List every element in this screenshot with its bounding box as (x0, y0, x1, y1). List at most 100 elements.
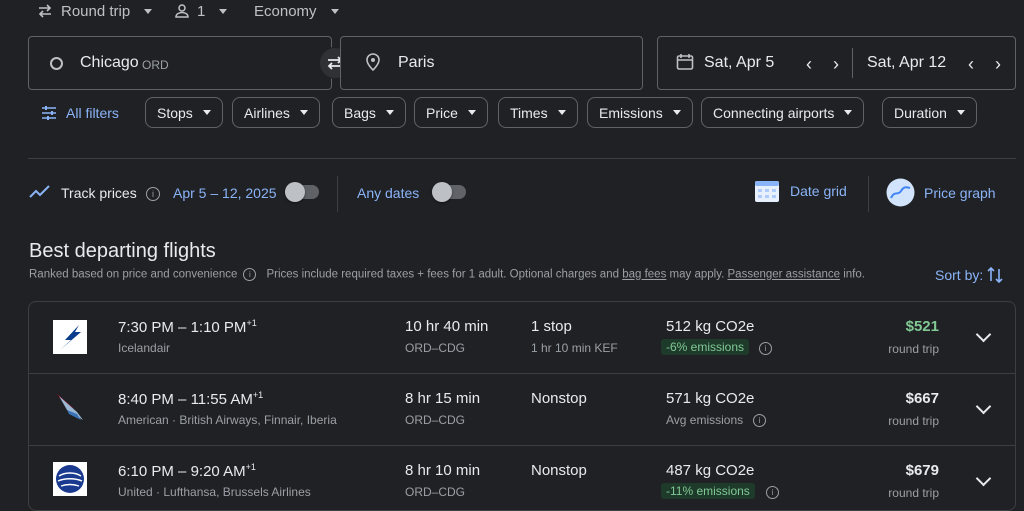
passengers-count: 1 (197, 2, 206, 20)
info-icon[interactable]: i (766, 486, 779, 499)
chip-label: Airlines (244, 104, 290, 121)
chevron-down-icon (467, 110, 476, 115)
prices-note: Prices include required taxes + fees for… (266, 268, 619, 281)
flight-price: $679 (905, 462, 939, 479)
day-offset: +1 (245, 462, 256, 472)
expand-chevron-icon[interactable] (975, 470, 992, 487)
flight-results-list: 7:30 PM – 1:10 PM+1 Icelandair 10 hr 40 … (28, 301, 1016, 511)
price-note: round trip (888, 342, 939, 356)
chip-label: Emissions (599, 104, 663, 121)
filter-chip-duration[interactable]: Duration (882, 97, 977, 128)
flight-duration: 8 hr 10 min (405, 462, 481, 479)
destination-field[interactable]: Paris (340, 36, 643, 90)
co2-amount: 571 kg CO2e (666, 390, 755, 407)
passengers-select[interactable]: 1 (175, 0, 228, 22)
flight-duration: 10 hr 40 min (405, 318, 489, 335)
filter-chip-price[interactable]: Price (414, 97, 488, 128)
stops-count: 1 stop (531, 318, 572, 335)
trip-type-select[interactable]: Round trip (37, 0, 153, 22)
expand-chevron-icon[interactable] (975, 326, 992, 343)
vertical-divider (337, 176, 338, 212)
flight-row[interactable]: 6:10 PM – 9:20 AM+1 United · Lufthansa, … (29, 446, 1015, 510)
calendar-icon (676, 54, 694, 70)
section-divider (28, 158, 1016, 159)
depart-next-button[interactable]: › (833, 54, 839, 75)
united-logo-icon (53, 462, 87, 496)
info-icon[interactable]: i (753, 414, 766, 427)
sort-by-button[interactable]: Sort by: (935, 266, 1003, 284)
date-grid-button[interactable]: Date grid (754, 178, 847, 204)
bag-fees-link[interactable]: bag fees (622, 269, 666, 281)
chevron-down-icon (557, 110, 566, 115)
arrival-time: 11:55 AM (190, 391, 253, 408)
any-dates-label: Any dates (357, 185, 420, 201)
emissions-label: Avg emissions (666, 413, 744, 427)
info-icon[interactable]: i (759, 342, 772, 355)
chip-label: Duration (894, 104, 947, 121)
flight-route: ORD–CDG (405, 341, 466, 355)
any-dates-toggle[interactable] (432, 182, 466, 202)
passenger-assistance-link[interactable]: Passenger assistance (728, 269, 841, 281)
chevron-down-icon (672, 110, 681, 115)
departure-time: 8:40 PM (118, 391, 174, 408)
chevron-down-icon (956, 110, 965, 115)
return-prev-button[interactable]: ‹ (968, 54, 974, 75)
flight-times: 8:40 PM – 11:55 AM+1 (118, 390, 264, 408)
flight-route: ORD–CDG (405, 485, 466, 499)
price-graph-button[interactable]: Price graph (886, 178, 996, 207)
filter-chip-stops[interactable]: Stops (145, 97, 223, 128)
chevron-down-icon (844, 110, 853, 115)
vertical-divider (868, 176, 869, 212)
filter-chip-bags[interactable]: Bags (332, 97, 406, 128)
cabin-label: Economy (254, 2, 317, 20)
cabin-select[interactable]: Economy (254, 0, 339, 22)
chevron-down-icon (144, 8, 153, 14)
american-airlines-logo-icon (57, 394, 83, 420)
return-next-button[interactable]: › (995, 54, 1001, 75)
trip-type-label: Round trip (61, 2, 131, 20)
price-graph-icon (886, 178, 915, 207)
return-date[interactable]: Sat, Apr 12 (867, 54, 946, 72)
flight-duration: 8 hr 15 min (405, 390, 481, 407)
track-prices-label: Track prices (61, 185, 137, 201)
info-icon[interactable]: i (146, 187, 160, 201)
filter-chip-airlines[interactable]: Airlines (232, 97, 320, 128)
arrival-time: 1:10 PM (190, 319, 247, 336)
results-note: Ranked based on price and convenience i Pr… (29, 268, 865, 281)
filter-chip-emissions[interactable]: Emissions (587, 97, 693, 128)
origin-city: Chicago (80, 54, 139, 71)
price-note: round trip (888, 414, 939, 428)
flight-row[interactable]: 7:30 PM – 1:10 PM+1 Icelandair 10 hr 40 … (29, 302, 1015, 374)
chip-label: Connecting airports (713, 104, 835, 121)
chip-label: Price (426, 104, 458, 121)
location-pin-icon (366, 53, 380, 71)
airline-names: American · British Airways, Finnair, Ibe… (118, 413, 337, 427)
departure-time: 7:30 PM (118, 319, 174, 336)
flight-row[interactable]: 8:40 PM – 11:55 AM+1 American · British … (29, 374, 1015, 446)
emissions-badge: -11% emissions (661, 483, 755, 499)
flight-price: $521 (905, 318, 939, 335)
origin-field[interactable]: Chicago ORD (28, 36, 332, 90)
depart-prev-button[interactable]: ‹ (806, 54, 812, 75)
info-icon[interactable]: i (243, 268, 257, 281)
chip-label: Times (510, 104, 548, 121)
all-filters-button[interactable]: All filters (41, 103, 119, 123)
dates-field: Sat, Apr 5 ‹ › Sat, Apr 12 ‹ › (657, 36, 1016, 90)
chevron-down-icon (219, 8, 228, 14)
origin-code: ORD (142, 58, 169, 72)
chevron-down-icon (385, 110, 394, 115)
track-prices-toggle[interactable] (285, 182, 319, 202)
sort-arrows-icon (987, 266, 1003, 284)
date-grid-icon (755, 181, 779, 202)
filter-sliders-icon (42, 106, 56, 120)
filter-chip-times[interactable]: Times (498, 97, 578, 128)
depart-date[interactable]: Sat, Apr 5 (704, 54, 774, 72)
expand-chevron-icon[interactable] (975, 398, 992, 415)
filter-chip-connecting-airports[interactable]: Connecting airports (701, 97, 865, 128)
flight-times: 7:30 PM – 1:10 PM+1 (118, 318, 257, 336)
ranked-text: Ranked based on price and convenience (29, 268, 238, 281)
origin-circle-icon (50, 57, 63, 70)
flight-price: $667 (905, 390, 939, 407)
date-grid-label: Date grid (790, 183, 847, 199)
chevron-down-icon (202, 110, 211, 115)
